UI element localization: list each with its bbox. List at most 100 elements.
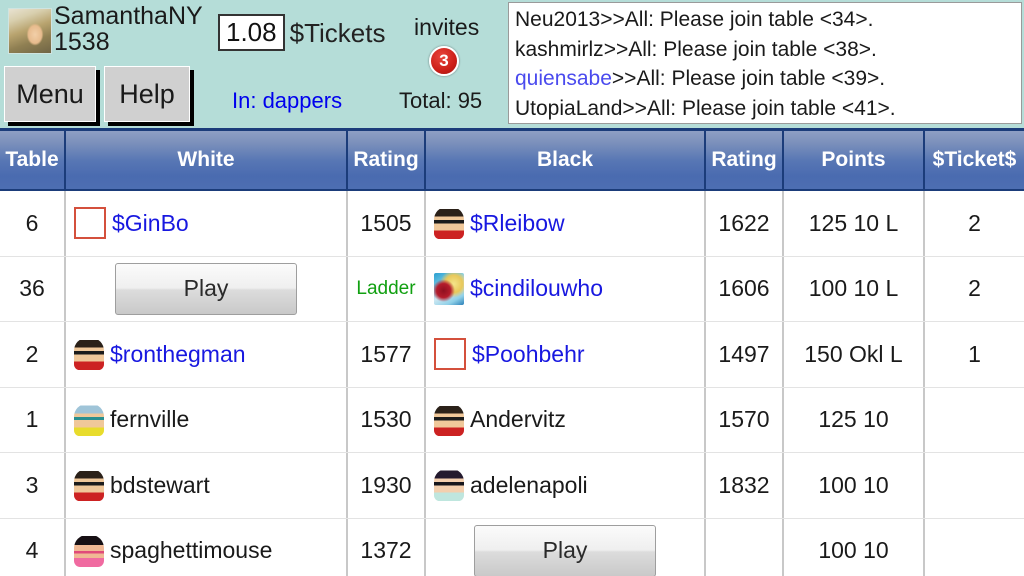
- help-button[interactable]: Help: [104, 66, 190, 122]
- invites-count-badge[interactable]: 3: [429, 46, 459, 76]
- cell-white-player[interactable]: fernville: [66, 387, 348, 452]
- tickets-value[interactable]: 1.08: [218, 14, 285, 51]
- invites-label: invites: [414, 14, 480, 40]
- player-name[interactable]: $Rleibow: [470, 210, 565, 237]
- chat-text: >>All: Please join table <39>.: [611, 67, 886, 90]
- user-name: SamanthaNY: [54, 2, 203, 30]
- column-header-black[interactable]: Black: [426, 128, 706, 191]
- cell-black-rating: 1606: [706, 256, 784, 321]
- cell-white-player[interactable]: Play: [66, 256, 348, 321]
- cell-black-player[interactable]: $Rleibow: [426, 191, 706, 256]
- cell-white-player[interactable]: $GinBo: [66, 191, 348, 256]
- player-name[interactable]: $cindilouwho: [470, 275, 603, 302]
- player-name[interactable]: $Poohbehr: [472, 341, 585, 368]
- tickets-display: 1.08 $Tickets: [218, 14, 385, 51]
- games-table: Table White Rating Black Rating Points $Ticket…: [0, 128, 1024, 576]
- cell-black-player[interactable]: Play: [426, 518, 706, 576]
- cell-tickets: 1: [968, 340, 981, 367]
- cell-points: 100 10 L: [784, 256, 925, 321]
- woman-pink-avatar[interactable]: [74, 534, 104, 567]
- user-block: SamanthaNY 1538: [4, 2, 204, 58]
- top-bar: SamanthaNY 1538 Menu Help 1.08 $Tickets …: [0, 0, 1024, 128]
- chat-line: kashmirlz>>All: Please join table <38>.: [515, 35, 1017, 65]
- chat-username: kashmirlz: [515, 37, 604, 61]
- cell-tickets: 2: [968, 209, 981, 236]
- cell-black-player[interactable]: $Poohbehr: [426, 322, 706, 387]
- tickets-label: $Tickets: [289, 17, 386, 48]
- rating-value: 1606: [718, 275, 770, 302]
- cell-points: 100 10: [784, 518, 925, 576]
- cell-table-number: 3: [0, 453, 66, 518]
- cell-table-number: 36: [0, 256, 66, 321]
- player-name[interactable]: spaghettimouse: [110, 537, 272, 564]
- cell-white-rating: 1930: [348, 453, 426, 518]
- column-header-table[interactable]: Table: [0, 128, 66, 191]
- cell-black-player[interactable]: adelenapoli: [426, 453, 706, 518]
- table-row[interactable]: 2 $ronthegman 1577 $Poohbehr 1497 150 Okl L 1: [0, 322, 1024, 388]
- play-button[interactable]: Play: [115, 262, 297, 315]
- rating-value: 1622: [718, 209, 770, 236]
- picture-avatar[interactable]: [434, 272, 464, 305]
- chat-username: UtopiaLand: [515, 96, 623, 120]
- player-name[interactable]: fernville: [110, 406, 189, 433]
- chat-line: quiensabe>>All: Please join table <39>.: [515, 64, 1017, 94]
- player-name[interactable]: bdstewart: [110, 472, 210, 499]
- cell-table-number: 4: [0, 518, 66, 576]
- man-red-avatar[interactable]: [74, 338, 104, 371]
- column-header-tickets[interactable]: $Ticket$: [925, 128, 1024, 191]
- player-name[interactable]: $GinBo: [112, 210, 189, 237]
- woman-blue-avatar[interactable]: [74, 403, 104, 436]
- cell-tickets: [925, 388, 1024, 453]
- chat-message-box[interactable]: Neu2013>>All: Please join table <34>. kas…: [508, 2, 1022, 124]
- cell-white-player[interactable]: bdstewart: [66, 453, 348, 518]
- cell-black-rating: 1622: [706, 191, 784, 256]
- column-header-rating-white[interactable]: Rating: [348, 128, 426, 191]
- cell-white-player[interactable]: spaghettimouse: [66, 518, 348, 576]
- player-name[interactable]: $ronthegman: [110, 341, 246, 368]
- cell-black-player[interactable]: $cindilouwho: [426, 256, 706, 321]
- column-header-rating-black[interactable]: Rating: [706, 128, 784, 191]
- man-red-avatar[interactable]: [434, 207, 464, 240]
- man-red-avatar[interactable]: [434, 403, 464, 436]
- empty-square-avatar[interactable]: [434, 338, 466, 371]
- table-row[interactable]: 36 Play Ladder $cindilouwho 1606 100 10 L 2: [0, 256, 1024, 322]
- man-red-avatar[interactable]: [74, 469, 104, 502]
- player-name[interactable]: Andervitz: [470, 406, 566, 433]
- cell-black-rating: 1832: [706, 453, 784, 518]
- table-row[interactable]: 1 fernville 1530 Andervitz 1570 125 10: [0, 387, 1024, 453]
- rating-value: 1372: [360, 537, 412, 564]
- empty-square-avatar[interactable]: [74, 207, 106, 240]
- cell-black-player[interactable]: Andervitz: [426, 387, 706, 452]
- cell-black-rating: 1570: [706, 387, 784, 452]
- chat-username: Neu2013: [515, 8, 601, 31]
- cell-white-player[interactable]: $ronthegman: [66, 322, 348, 387]
- chat-line: UtopiaLand>>All: Please join table <41>.: [515, 94, 1017, 124]
- menu-button[interactable]: Menu: [4, 66, 96, 122]
- chat-username-link[interactable]: quiensabe: [515, 67, 612, 90]
- cell-points: 150 Okl L: [784, 322, 925, 387]
- current-room-link[interactable]: In: dappers: [232, 88, 342, 114]
- chat-text: >>All: Please join table <41>.: [622, 96, 896, 120]
- cell-points: 125 10: [784, 387, 925, 452]
- chat-line: Neu2013>>All: Please join table <34>.: [515, 5, 1017, 35]
- table-header-row: Table White Rating Black Rating Points $Ticket…: [0, 128, 1024, 191]
- cell-points: 100 10: [784, 453, 925, 518]
- play-button[interactable]: Play: [474, 524, 656, 576]
- cell-black-rating: 1497: [706, 322, 784, 387]
- cell-white-rating: 1505: [348, 191, 426, 256]
- cell-tickets: [925, 453, 1024, 518]
- column-header-white[interactable]: White: [66, 128, 348, 191]
- table-row[interactable]: 4 spaghettimouse 1372 Play 100 10: [0, 518, 1024, 576]
- user-photo-avatar[interactable]: [8, 8, 52, 54]
- rating-value: 1577: [360, 340, 412, 367]
- woman-black-avatar[interactable]: [434, 469, 464, 502]
- player-name[interactable]: adelenapoli: [470, 472, 588, 499]
- table-row[interactable]: 6 $GinBo 1505 $Rleibow 1622 125 10 L 2: [0, 191, 1024, 257]
- total-label: Total: 95: [399, 88, 483, 113]
- cell-table-number: 6: [0, 191, 66, 256]
- cell-points: 125 10 L: [784, 191, 925, 256]
- cell-white-rating: 1530: [348, 387, 426, 452]
- table-row[interactable]: 3 bdstewart 1930 adelenapoli 1832 100 10: [0, 453, 1024, 519]
- cell-black-rating: [706, 518, 784, 576]
- column-header-points[interactable]: Points: [784, 128, 925, 191]
